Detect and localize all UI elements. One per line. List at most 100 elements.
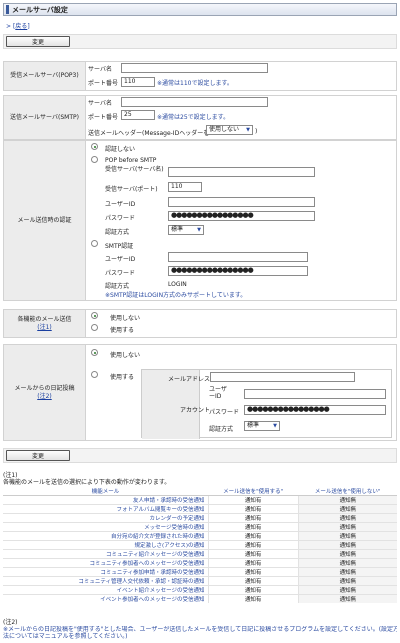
post-method-select[interactable]: 標準 ▼ [244, 421, 280, 431]
auth-smtp-user-label: ユーザーID [105, 256, 136, 263]
table-row: メッセージ受信時の通知 通知有 通知無 [3, 522, 397, 532]
auth-smtp-pass-label: パスワード [105, 270, 136, 277]
table-cell-use: 通知有 [207, 585, 299, 595]
header-accent-bar [6, 5, 9, 14]
post-label-text: メールからの日記投稿 [14, 384, 75, 392]
auth-pop-port-input[interactable]: 110 [168, 182, 202, 192]
notify-label-text: 各機能のメール送信 [17, 315, 72, 323]
auth-pop-user-input[interactable] [168, 197, 315, 207]
table-cell-feature: メッセージ受信時の通知 [3, 522, 208, 532]
auth-smtp-pass-input[interactable]: ●●●●●●●●●●●●●●●● [168, 266, 308, 276]
auth-pop-pass-label: パスワード [105, 215, 136, 222]
table-row: コミュニティ参加者へのメッセージの受信通知 通知有 通知無 [3, 558, 397, 568]
auth-smtp-label: SMTP認証 [105, 243, 134, 250]
post-label: メールからの日記投稿 (注2) [4, 345, 86, 440]
post-address-input[interactable] [210, 372, 355, 382]
change-button-top[interactable]: 変更 [6, 36, 70, 47]
table-cell-nouse: 通知無 [297, 549, 397, 559]
notify-label: 各機能のメール送信 (注1) [4, 310, 86, 337]
table-row: 規定激しさ(アクセス)の通知 通知有 通知無 [3, 540, 397, 550]
post-note-link[interactable]: (注2) [37, 393, 52, 400]
auth-none-radio[interactable] [91, 143, 98, 150]
table-cell-nouse: 通知無 [297, 513, 397, 523]
auth-smtp-user-input[interactable] [168, 252, 308, 262]
auth-pop-server-input[interactable] [168, 167, 315, 177]
back-link[interactable]: 戻る [15, 23, 27, 30]
table-cell-use: 通知有 [207, 495, 299, 505]
table-cell-use: 通知有 [207, 567, 299, 577]
auth-pop-method-value: 標準 [171, 226, 184, 233]
smtp-label: 送信メールサーバ(SMTP) [4, 96, 86, 139]
pop3-port-hint: ※通常は110で設定します。 [157, 80, 233, 87]
notify-off-radio[interactable] [91, 312, 98, 319]
post-method-label: 認証方式 [209, 426, 234, 433]
table-cell-nouse: 通知無 [297, 531, 397, 541]
table-cell-use: 通知有 [207, 594, 299, 603]
table-header-feature: 機能メール [3, 487, 208, 496]
smtp-header-label: 送信メールヘッダー(Message-IDヘッダーを [88, 130, 210, 137]
table-row: 友人申請・承認時の受信通知 通知有 通知無 [3, 495, 397, 505]
note2-title: (注2) [3, 619, 18, 626]
notify-on-label: 使用する [110, 327, 135, 334]
auth-pop-pass-input[interactable]: ●●●●●●●●●●●●●●●● [168, 211, 315, 221]
pop3-port-label: ポート番号 [88, 80, 119, 87]
table-row: フォトアルバム閲覧キーの受信通知 通知有 通知無 [3, 504, 397, 514]
post-user-input[interactable] [244, 389, 386, 399]
note2-text-line2: 法についてはマニュアルを参照してください。) [3, 633, 128, 640]
note2-text-line1: ※メールからの日記投稿を"使用する"とした場合、ユーザーが送信したメールを受信し… [3, 626, 397, 633]
note2: (注2) ※メールからの日記投稿を"使用する"とした場合、ユーザーが送信したメー… [3, 619, 397, 640]
table-cell-use: 通知有 [207, 513, 299, 523]
chevron-down-icon: ▼ [273, 423, 277, 429]
back-link-row: > [戻る] [6, 21, 30, 30]
table-cell-use: 通知有 [207, 504, 299, 514]
smtp-header-select[interactable]: 使用しない ▼ [206, 125, 253, 135]
table-header-row: 機能メール メール送信を"使用する" メール送信を"使用しない" [3, 487, 397, 496]
smtp-port-hint: ※通常は25で設定します。 [157, 114, 230, 121]
notify-off-label: 使用しない [110, 315, 141, 322]
notify-on-radio[interactable] [91, 324, 98, 331]
table-cell-nouse: 通知無 [297, 594, 397, 603]
change-button-bottom[interactable]: 変更 [6, 450, 70, 461]
auth-smtp-method-label: 認証方式 [105, 283, 130, 290]
note1-text: 各機能のメールを送信の選択により下表の動作が変わります。 [3, 479, 171, 486]
table-header-use: メール送信を"使用する" [208, 487, 299, 496]
table-cell-nouse: 通知無 [297, 522, 397, 532]
table-row: コミュニティ管理人交代依頼・承認・認証時の通知 通知有 通知無 [3, 576, 397, 586]
table-cell-feature: コミュニティ参加申請・承認時の受信通知 [3, 567, 208, 577]
smtp-port-input[interactable]: 25 [121, 110, 155, 120]
smtp-port-label: ポート番号 [88, 114, 119, 121]
post-account-label: アカウント [180, 407, 211, 414]
note1: (注1) 各機能のメールを送信の選択により下表の動作が変わります。 [3, 472, 170, 486]
table-cell-feature: 友人申請・承認時の受信通知 [3, 495, 208, 505]
notify-note-link[interactable]: (注1) [37, 324, 52, 331]
auth-smtp-note: ※SMTP認証はLOGIN方式のみサポートしています。 [105, 292, 247, 299]
auth-pop-radio[interactable] [91, 156, 98, 163]
table-cell-feature: コミュニティ管理人交代依頼・承認・認証時の通知 [3, 576, 208, 586]
auth-smtp-radio[interactable] [91, 240, 98, 247]
table-row: コミュニティ紹介メッセージの受信通知 通知有 通知無 [3, 549, 397, 559]
auth-pop-method-select[interactable]: 標準 ▼ [168, 225, 204, 235]
post-pass-input[interactable]: ●●●●●●●●●●●●●●●● [244, 405, 386, 415]
table-row: 自分宛の紹介文が登録された時の通知 通知有 通知無 [3, 531, 397, 541]
table-cell-feature: イベント参加者へのメッセージの受信通知 [3, 594, 208, 603]
table-cell-use: 通知有 [207, 558, 299, 568]
pop3-server-input[interactable] [121, 63, 268, 73]
table-header-nouse: メール送信を"使用しない" [298, 487, 397, 496]
table-cell-nouse: 通知無 [297, 540, 397, 550]
smtp-server-input[interactable] [121, 97, 268, 107]
auth-pop-method-label: 認証方式 [105, 229, 130, 236]
table-cell-nouse: 通知無 [297, 585, 397, 595]
smtp-header-select-value: 使用しない [209, 126, 240, 133]
table-cell-feature: 自分宛の紹介文が登録された時の通知 [3, 531, 208, 541]
chevron-down-icon: ▼ [197, 227, 201, 233]
post-on-label: 使用する [110, 374, 135, 381]
table-cell-use: 通知有 [207, 549, 299, 559]
post-on-radio[interactable] [91, 371, 98, 378]
post-address-label: メールアドレス [168, 376, 211, 383]
post-off-label: 使用しない [110, 352, 141, 359]
table-row: イベント紹介メッセージの受信通知 通知有 通知無 [3, 585, 397, 595]
post-method-value: 標準 [247, 422, 260, 429]
table-row: カレンダーの予定通知 通知有 通知無 [3, 513, 397, 523]
post-off-radio[interactable] [91, 349, 98, 356]
pop3-port-input[interactable]: 110 [121, 77, 155, 87]
